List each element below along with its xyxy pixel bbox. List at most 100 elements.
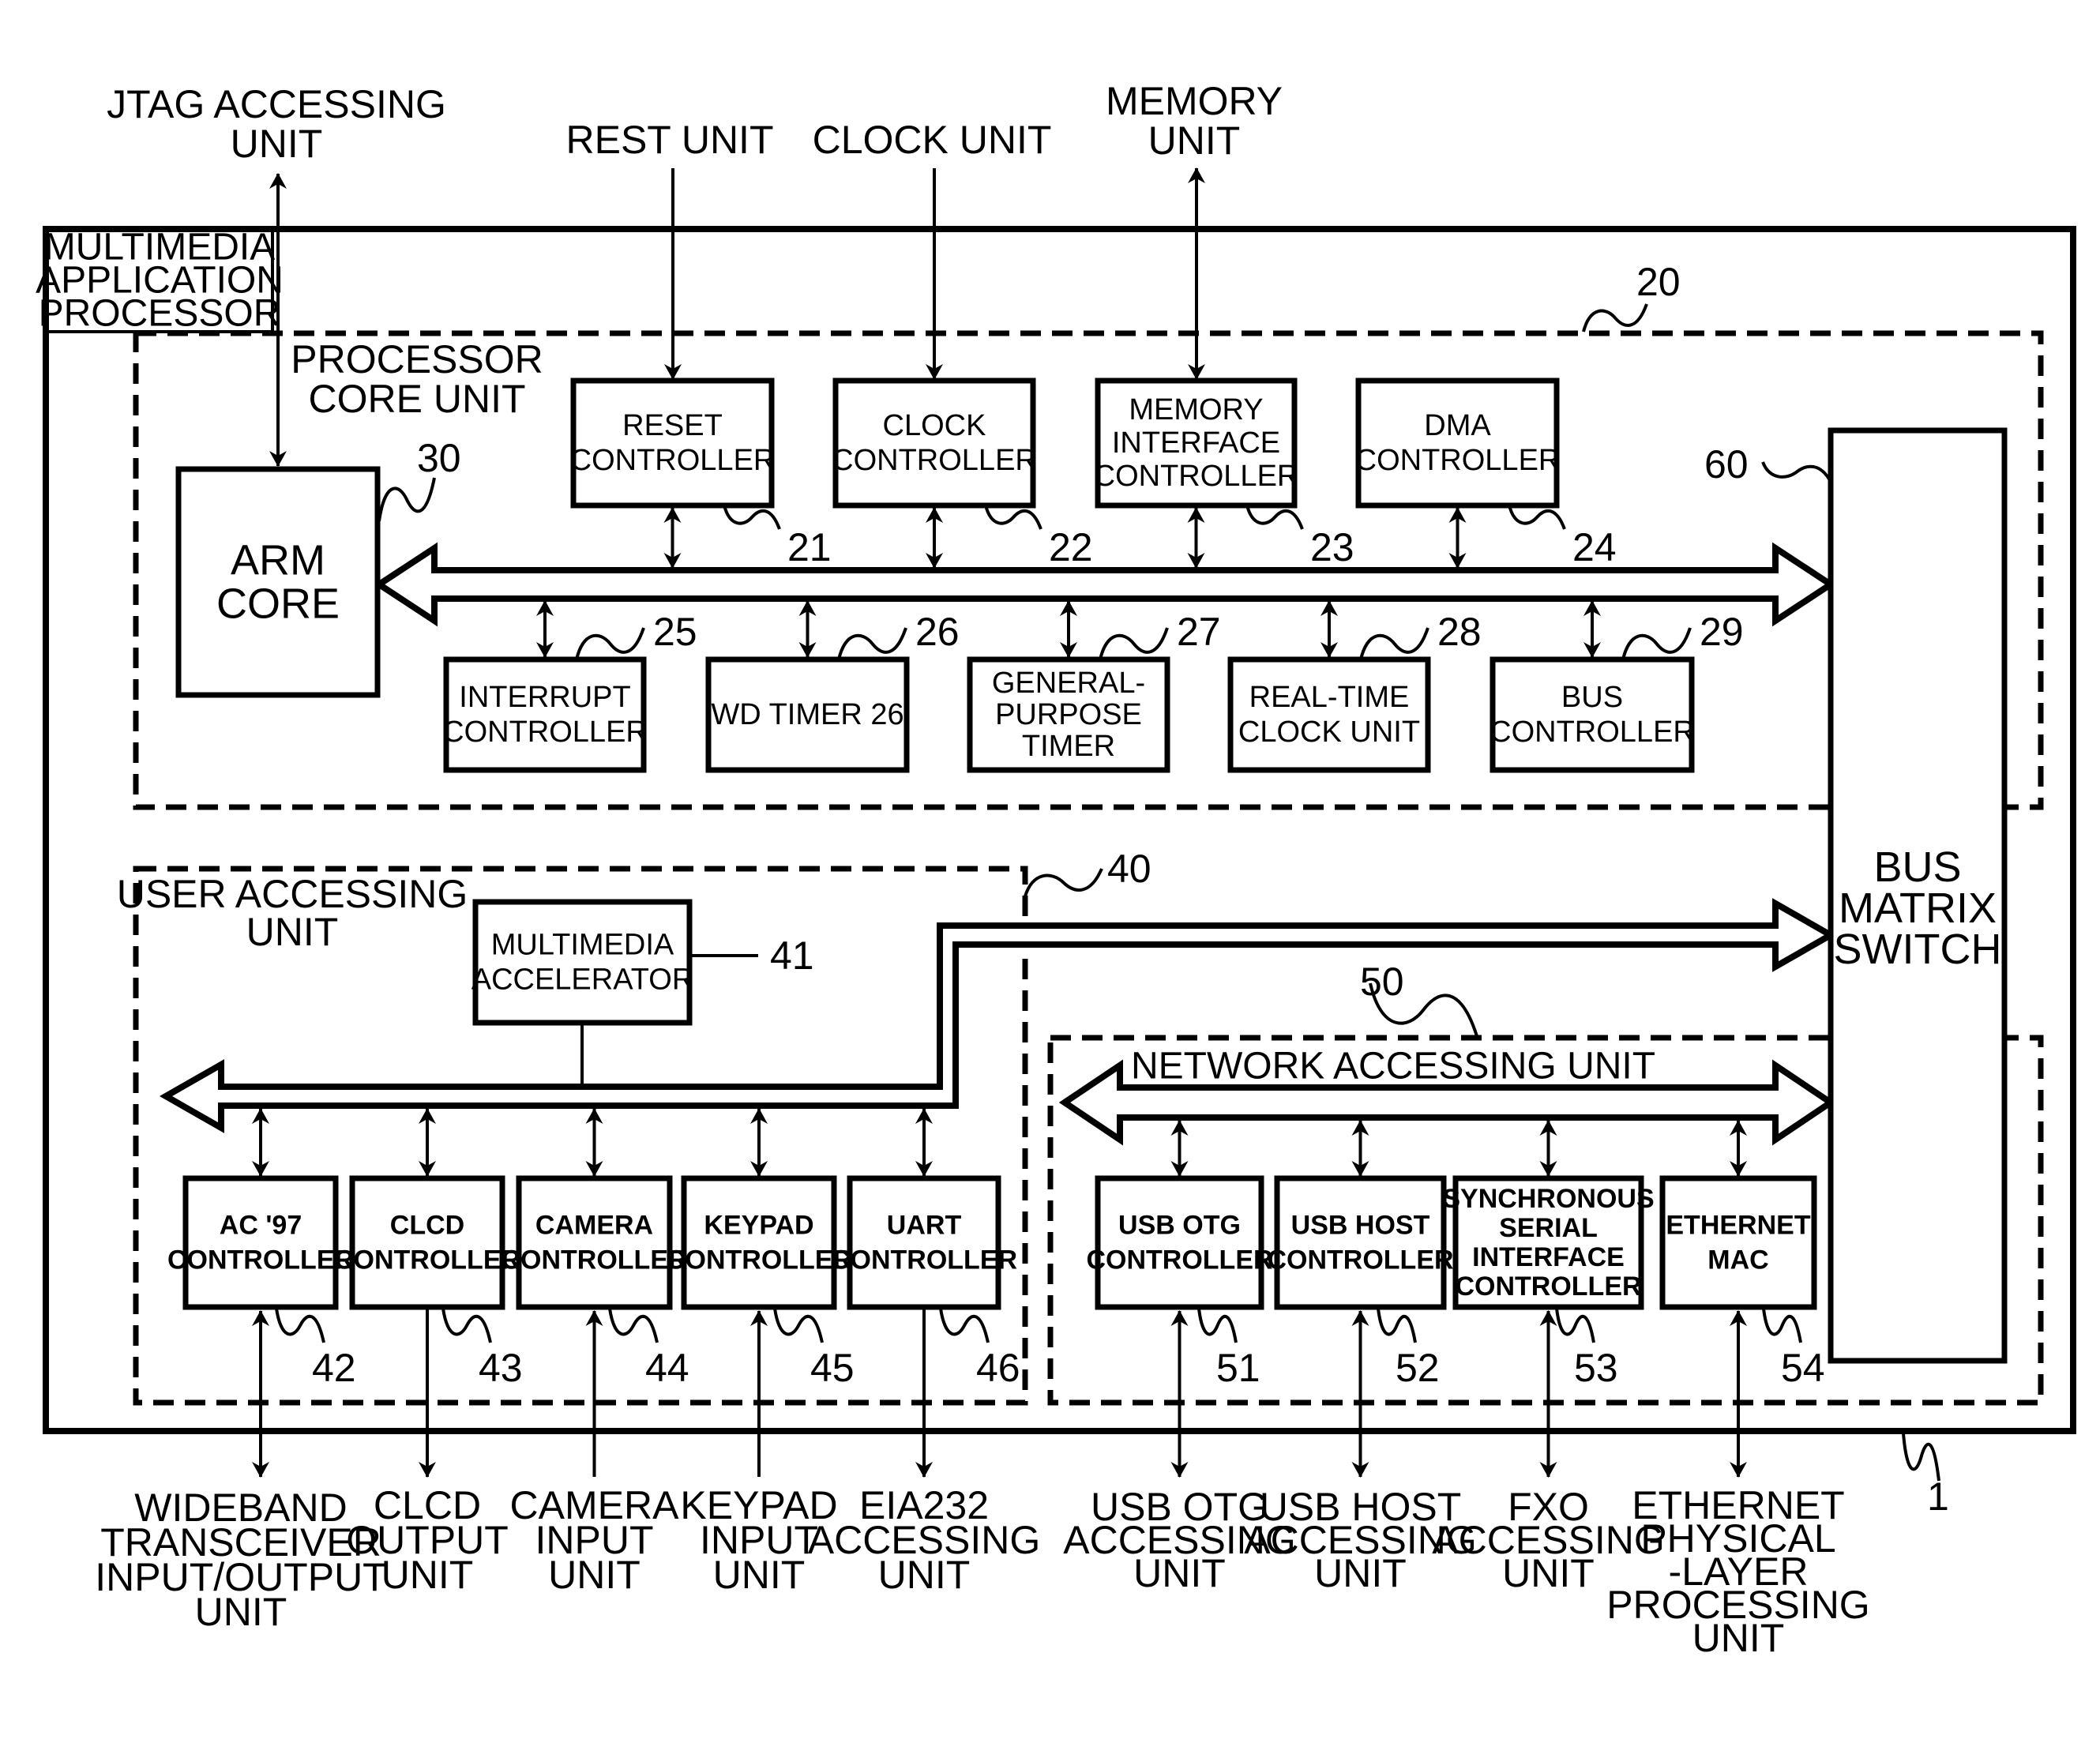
network-block-54-ref-leader — [1762, 1308, 1802, 1343]
jtag-accessing-unit-label-line: UNIT — [231, 122, 323, 166]
network-block-51-ref: 51 — [1216, 1346, 1260, 1390]
user-block-45-ref: 45 — [810, 1346, 855, 1390]
user-block-43-ref: 43 — [479, 1346, 523, 1390]
top-block-24-label-line: DMA — [1424, 409, 1491, 442]
bottom-block-26-label: WD TIMER 26 — [711, 698, 903, 731]
user-block-45 — [681, 1175, 837, 1310]
bus-matrix-ref-leader — [1761, 461, 1832, 483]
memory-unit-label-line: MEMORY — [1106, 79, 1283, 123]
top-block-21-ref-leader — [723, 505, 781, 530]
bottom-block-28-label-line: CLOCK UNIT — [1238, 716, 1420, 749]
user-accessing-ref-leader — [1024, 868, 1103, 897]
clock-unit-label: CLOCK UNIT — [813, 118, 1052, 162]
bottom-block-27-ref-leader — [1099, 627, 1169, 660]
bottom-block-29-label-line: CONTROLLER — [1490, 716, 1695, 749]
bus-matrix-switch-label-line: MATRIX — [1839, 885, 1997, 932]
user-block-45-external-label-line: UNIT — [713, 1553, 806, 1597]
user-block-45-ref-leader — [773, 1308, 824, 1343]
user-block-43 — [349, 1175, 505, 1310]
processor-core-ref: 20 — [1636, 260, 1681, 304]
processor-core-unit-label: PROCESSORCORE UNIT — [291, 337, 543, 421]
network-block-51 — [1095, 1175, 1264, 1310]
network-accessing-unit-label-line: NETWORK ACCESSING UNIT — [1131, 1046, 1655, 1087]
network-accessing-ref: 50 — [1360, 960, 1404, 1004]
bottom-block-29-ref: 29 — [1700, 610, 1744, 654]
user-block-42-ref-leader — [275, 1308, 325, 1343]
arm-core-label: ARMCORE — [216, 537, 340, 628]
network-accessing-unit-label: NETWORK ACCESSING UNIT — [1131, 1046, 1655, 1087]
bottom-block-27-label-line: TIMER — [1022, 730, 1115, 763]
bottom-block-27-label-line: GENERAL- — [992, 667, 1145, 700]
bottom-block-29-ref-leader — [1621, 627, 1692, 660]
user-block-43-label-line: CLCD — [390, 1211, 464, 1241]
bottom-block-25-ref: 25 — [653, 610, 697, 654]
network-block-54-label-line: ETHERNET — [1666, 1211, 1810, 1241]
bottom-block-25-ref-leader — [575, 627, 645, 660]
user-block-42-label-line: CONTROLLER — [167, 1245, 354, 1275]
processor-core-unit-label-line: PROCESSOR — [291, 337, 543, 381]
system-ref-leader — [1902, 1433, 1940, 1482]
top-block-23-label-line: INTERFACE — [1112, 426, 1280, 460]
bottom-block-27-label-line: PURPOSE — [995, 698, 1142, 731]
bottom-block-25 — [443, 656, 647, 773]
network-block-54 — [1659, 1175, 1817, 1310]
network-block-52 — [1274, 1175, 1447, 1310]
top-block-22-ref: 22 — [1049, 525, 1093, 569]
jtag-accessing-unit-label-line: JTAG ACCESSING — [107, 82, 446, 126]
top-block-21-label-line: RESET — [622, 409, 723, 442]
user-block-43-ref-leader — [441, 1308, 492, 1343]
reset-unit-label-line: REST UNIT — [566, 118, 774, 162]
network-block-53-label-line: INTERFACE — [1472, 1242, 1625, 1272]
processor-core-ref-leader — [1582, 303, 1648, 332]
network-block-53-external-label-line: UNIT — [1502, 1551, 1595, 1595]
user-block-44-label-line: CONTROLLER — [501, 1245, 687, 1275]
user-block-46-ref-leader — [939, 1308, 990, 1343]
network-block-54-label-line: MAC — [1707, 1245, 1768, 1275]
top-block-23-ref-leader — [1245, 505, 1304, 530]
user-block-42-external-label-line: UNIT — [195, 1590, 287, 1634]
user-block-42 — [182, 1175, 339, 1310]
user-block-46-label-line: CONTROLLER — [831, 1245, 1017, 1275]
block-diagram: MULTIMEDIAAPPLICATIONPROCESSOR 1 JTAG ACCE… — [36, 79, 2076, 1660]
network-block-52-label-line: USB HOST — [1291, 1211, 1430, 1241]
arm-core-ref-leader — [378, 477, 436, 522]
top-block-21 — [570, 378, 775, 509]
top-block-22-label-line: CLOCK — [883, 409, 986, 442]
network-block-51-label-line: USB OTG — [1118, 1211, 1241, 1241]
network-block-53-label: SYNCHRONOUSSERIALINTERFACECONTROLLER — [1442, 1184, 1654, 1302]
user-block-44-label-line: CAMERA — [535, 1211, 653, 1241]
user-block-46-ref: 46 — [976, 1346, 1020, 1390]
arm-core-ref: 30 — [417, 436, 461, 480]
system-label-line: PROCESSOR — [39, 293, 281, 335]
user-block-46 — [847, 1175, 1001, 1310]
network-block-52-ref: 52 — [1396, 1346, 1440, 1390]
bottom-block-26-ref: 26 — [915, 610, 960, 654]
network-block-53-ref-leader — [1555, 1308, 1595, 1343]
network-block-54-external-label: ETHERNETPHYSICAL-LAYERPROCESSINGUNIT — [1606, 1483, 1869, 1660]
multimedia-accelerator-label-line: ACCELERATOR — [471, 964, 694, 997]
network-block-53-label-line: SERIAL — [1499, 1213, 1598, 1243]
top-block-24-label-line: CONTROLLER — [1355, 444, 1561, 477]
user-block-43-external-label-line: UNIT — [381, 1553, 474, 1597]
clock-unit-label-line: CLOCK UNIT — [813, 118, 1052, 162]
accelerator-ref: 41 — [770, 933, 814, 978]
network-block-54-external-label-line: UNIT — [1692, 1616, 1785, 1660]
user-block-44-external-label-line: UNIT — [548, 1553, 641, 1597]
bottom-block-25-label-line: INTERRUPT — [459, 681, 630, 714]
user-block-46-label-line: UART — [887, 1211, 962, 1241]
user-block-42-ref: 42 — [312, 1346, 356, 1390]
bottom-block-26-ref-leader — [837, 627, 907, 660]
network-block-52-external-label-line: UNIT — [1314, 1551, 1407, 1595]
user-block-45-label-line: CONTROLLER — [666, 1245, 852, 1275]
bus-matrix-ref: 60 — [1704, 442, 1749, 486]
system-label: MULTIMEDIAAPPLICATIONPROCESSOR — [36, 227, 284, 335]
reset-unit-label: REST UNIT — [566, 118, 774, 162]
top-block-24-ref: 24 — [1572, 525, 1617, 569]
bottom-block-28 — [1227, 656, 1431, 773]
top-block-21-ref: 21 — [787, 525, 832, 569]
network-block-51-external-label-line: UNIT — [1133, 1551, 1226, 1595]
bottom-block-25-label-line: CONTROLLER — [442, 716, 648, 749]
system-ref: 1 — [1927, 1474, 1949, 1519]
top-block-22-label-line: CONTROLLER — [832, 444, 1037, 477]
top-block-22-ref-leader — [984, 505, 1042, 530]
